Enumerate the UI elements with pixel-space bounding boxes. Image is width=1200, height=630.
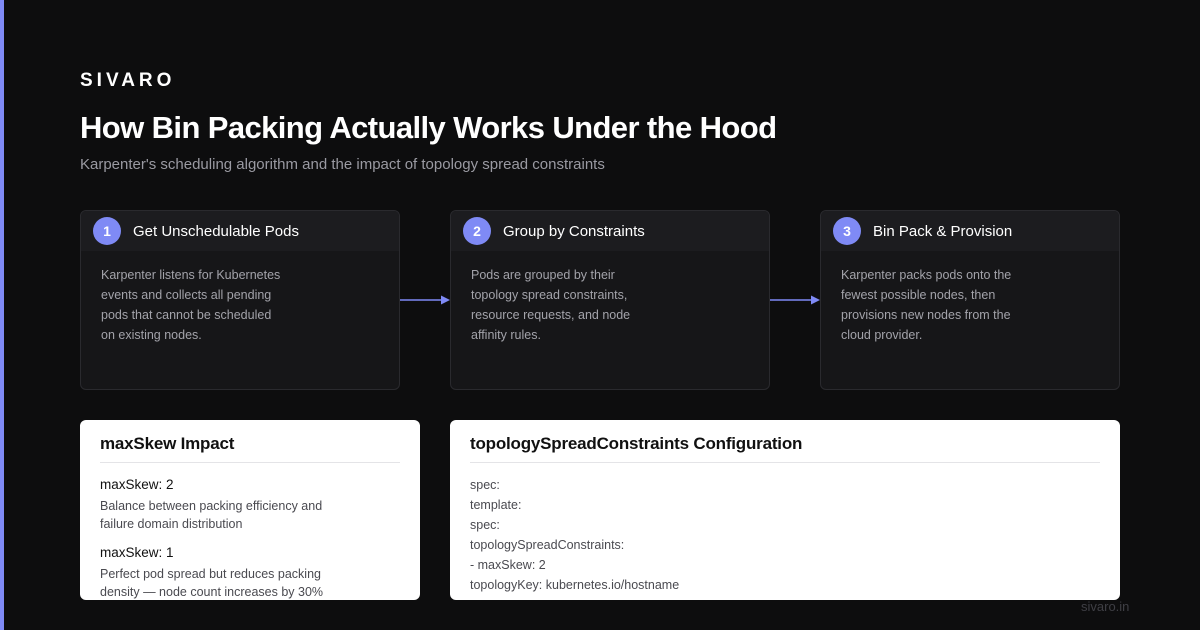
skew-option-description: Balance between packing efficiency and f… <box>100 499 323 531</box>
step-header: 3 Bin Pack & Provision <box>821 211 1119 251</box>
step-number-badge: 3 <box>833 217 861 245</box>
step-description: Karpenter packs pods onto the fewest pos… <box>841 268 1012 342</box>
step-description: Karpenter listens for Kubernetes events … <box>101 268 281 342</box>
step-card-2: 2 Group by Constraints Pods are grouped … <box>450 210 770 390</box>
step-title: Get Unschedulable Pods <box>133 222 299 240</box>
card-title: topologySpreadConstraints Configuration <box>470 434 803 453</box>
step-header: 2 Group by Constraints <box>451 211 769 251</box>
brand-logo: SIVARO <box>80 70 176 91</box>
code-line: topologyKey: kubernetes.io/hostname <box>470 578 680 592</box>
code-line: template: <box>470 498 522 512</box>
step-title: Group by Constraints <box>503 222 645 240</box>
card-title: maxSkew Impact <box>100 434 235 453</box>
code-line: - maxSkew: 2 <box>470 558 546 572</box>
maxskew-card: maxSkew Impact maxSkew: 2 Balance betwee… <box>80 420 420 600</box>
skew-option-label: maxSkew: 1 <box>100 545 174 560</box>
step-number-badge: 1 <box>93 217 121 245</box>
divider <box>470 462 1100 463</box>
code-line: spec: <box>470 518 500 532</box>
code-line: topologySpreadConstraints: <box>470 538 625 552</box>
page-subtitle: Karpenter's scheduling algorithm and the… <box>80 156 605 173</box>
step-header: 1 Get Unschedulable Pods <box>81 211 399 251</box>
step-number-badge: 2 <box>463 217 491 245</box>
skew-option-label: maxSkew: 2 <box>100 477 174 492</box>
step-card-1: 1 Get Unschedulable Pods Karpenter liste… <box>80 210 400 390</box>
arrow-right-icon <box>400 295 450 305</box>
step-title: Bin Pack & Provision <box>873 222 1013 240</box>
config-card: topologySpreadConstraints Configuration … <box>450 420 1120 600</box>
accent-bar <box>0 0 4 630</box>
step-description: Pods are grouped by their topology sprea… <box>471 268 631 342</box>
code-line: spec: <box>470 478 500 492</box>
skew-option-description: Perfect pod spread but reduces packing d… <box>100 567 324 599</box>
divider <box>100 462 400 463</box>
arrow-right-icon <box>770 295 820 305</box>
footer-url: sivaro.in <box>1081 599 1130 614</box>
step-card-3: 3 Bin Pack & Provision Karpenter packs p… <box>820 210 1120 390</box>
page-title: How Bin Packing Actually Works Under the… <box>80 110 777 145</box>
